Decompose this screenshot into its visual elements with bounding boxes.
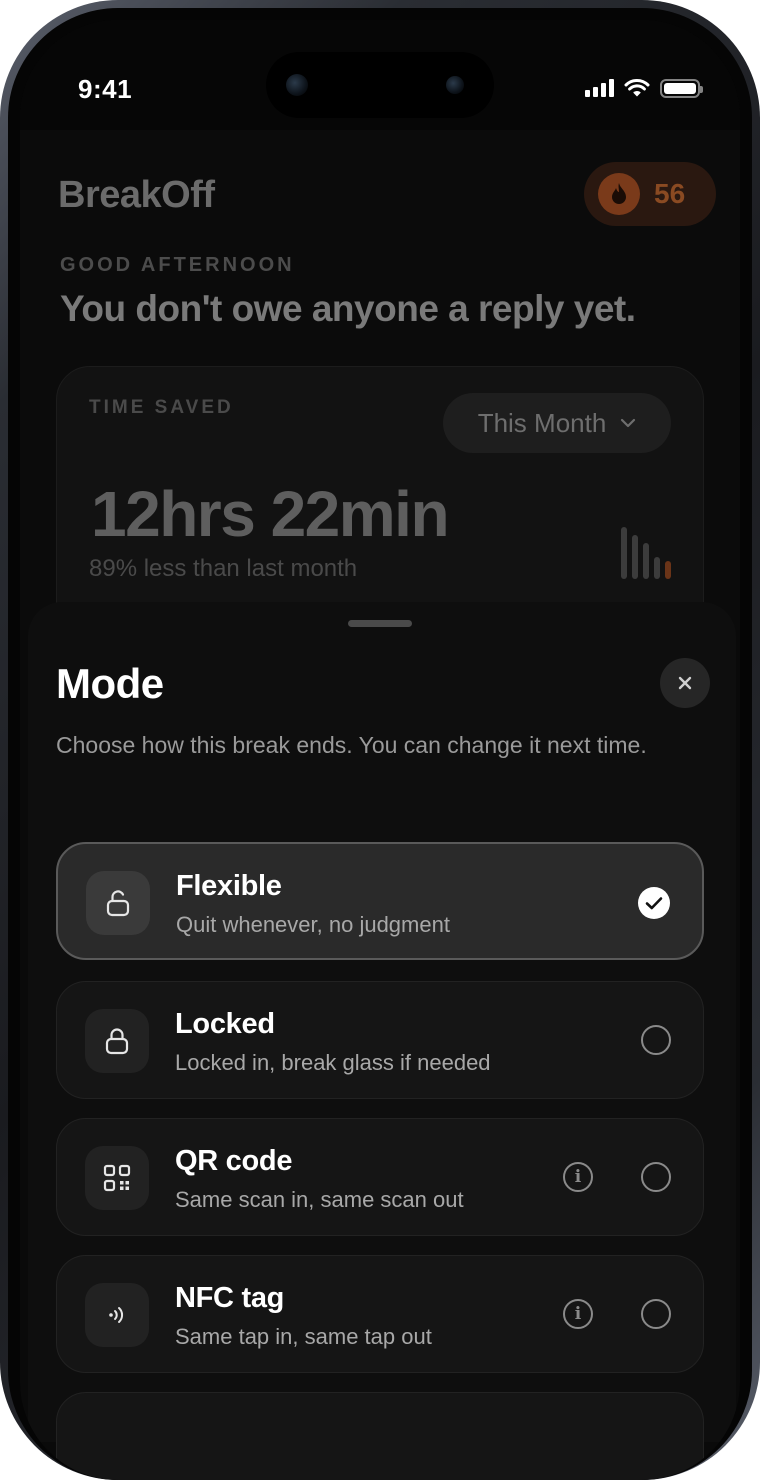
- close-icon: [678, 676, 692, 690]
- mode-option-description: Same tap in, same tap out: [175, 1324, 432, 1349]
- mode-option-name: Locked: [175, 1008, 275, 1040]
- sheet-subtitle: Choose how this break ends. You can chan…: [56, 732, 647, 758]
- status-icons: [585, 78, 703, 98]
- flame-icon: [598, 173, 640, 215]
- tagline: You don't owe anyone a reply yet.: [60, 288, 636, 329]
- streak-count: 56: [654, 178, 686, 209]
- battery-icon: [660, 78, 703, 98]
- cellular-signal-icon: [585, 79, 614, 97]
- phone-bezel: 9:41 BreakOff 56 GOOD AFTERNOON You don'…: [8, 8, 752, 1480]
- mini-bar-chart-icon: [621, 525, 671, 579]
- sensor-icon: [446, 76, 464, 94]
- wifi-icon: [624, 78, 650, 97]
- mode-option-nfc-tag[interactable]: NFC tag Same tap in, same tap out i: [56, 1255, 704, 1373]
- mode-option-name: Flexible: [176, 870, 282, 902]
- mode-option-locked[interactable]: Locked Locked in, break glass if needed: [56, 981, 704, 1099]
- front-camera-icon: [286, 74, 308, 96]
- screen: 9:41 BreakOff 56 GOOD AFTERNOON You don'…: [20, 20, 740, 1480]
- home-screen-dimmed: BreakOff 56 GOOD AFTERNOON You don't owe…: [20, 130, 740, 698]
- radio-unselected[interactable]: [641, 1025, 671, 1055]
- lock-icon: [85, 1009, 149, 1073]
- phone-frame: 9:41 BreakOff 56 GOOD AFTERNOON You don'…: [0, 0, 760, 1480]
- nfc-icon: [85, 1283, 149, 1347]
- mode-option-description: Locked in, break glass if needed: [175, 1050, 491, 1075]
- mode-option-name: NFC tag: [175, 1282, 285, 1314]
- mode-option-description: Same scan in, same scan out: [175, 1187, 464, 1212]
- unlock-icon: [86, 871, 150, 935]
- greeting: GOOD AFTERNOON: [60, 254, 295, 276]
- status-time: 9:41: [78, 74, 133, 104]
- info-icon[interactable]: i: [563, 1299, 593, 1329]
- mode-sheet: Mode Choose how this break ends. You can…: [28, 602, 736, 1480]
- mode-option-name: QR code: [175, 1145, 293, 1177]
- sheet-title: Mode: [56, 660, 164, 707]
- radio-unselected[interactable]: [641, 1299, 671, 1329]
- sheet-grabber[interactable]: [348, 620, 412, 627]
- mode-option-qr-code[interactable]: QR code Same scan in, same scan out i: [56, 1118, 704, 1236]
- checkmark-selected-icon: [638, 887, 670, 919]
- streak-badge[interactable]: 56: [584, 162, 716, 226]
- time-saved-comparison: 89% less than last month: [89, 555, 358, 582]
- time-saved-label: TIME SAVED: [89, 397, 234, 418]
- status-bar: 9:41: [20, 20, 740, 130]
- time-saved-total: 12hrs 22min: [91, 478, 450, 550]
- period-value: This Month: [477, 407, 607, 438]
- radio-unselected[interactable]: [641, 1162, 671, 1192]
- chevron-down-icon: [621, 418, 636, 428]
- close-button[interactable]: [660, 658, 710, 708]
- period-dropdown[interactable]: This Month: [443, 393, 671, 453]
- qr-code-icon: [85, 1146, 149, 1210]
- app-logo: BreakOff: [58, 174, 215, 216]
- mode-option-partial[interactable]: [56, 1392, 704, 1480]
- dynamic-island: [266, 52, 494, 118]
- mode-option-flexible[interactable]: Flexible Quit whenever, no judgment: [56, 842, 704, 960]
- info-icon[interactable]: i: [563, 1162, 593, 1192]
- mode-option-description: Quit whenever, no judgment: [176, 912, 450, 937]
